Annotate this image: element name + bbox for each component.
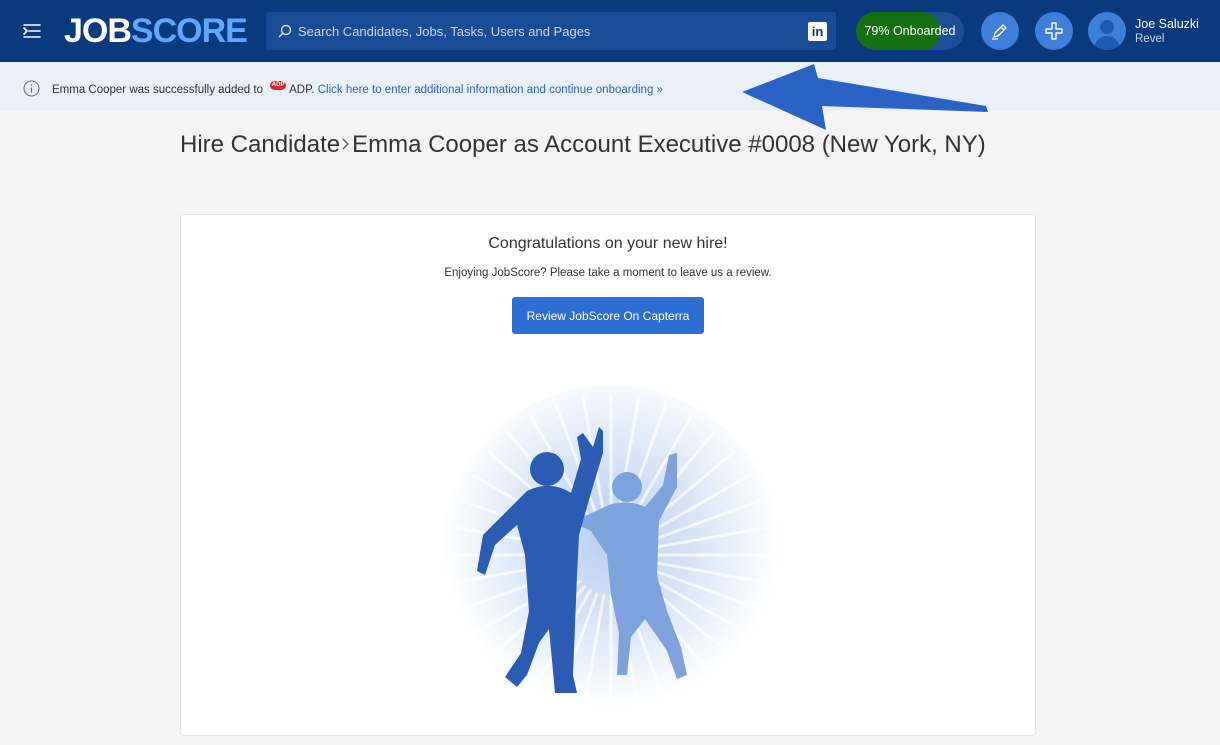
page-title: Hire Candidate Emma Cooper as Account Exe… — [180, 126, 1000, 164]
search-input[interactable] — [298, 12, 788, 50]
edit-button[interactable] — [981, 12, 1019, 50]
chevron-right-icon — [340, 126, 352, 164]
congratulations-heading: Congratulations on your new hire! — [488, 235, 728, 252]
continue-onboarding-link[interactable]: Click here to enter additional informati… — [318, 84, 663, 96]
breadcrumb-hire-candidate[interactable]: Hire Candidate — [180, 131, 340, 158]
notification-adp: ADP. — [289, 84, 315, 96]
user-name[interactable]: Joe Saluzki — [1135, 17, 1199, 31]
add-button[interactable] — [1035, 12, 1073, 50]
logo-job: JOB — [64, 12, 132, 50]
notification-text: Emma Cooper was successfully added to AD… — [52, 81, 663, 96]
notification-message: Emma Cooper was successfully added to — [52, 84, 263, 96]
jobscore-logo[interactable]: JOBSCORE — [64, 11, 248, 51]
top-navigation-bar: JOBSCORE in 79% Onboarded — [0, 0, 1220, 62]
onboarding-progress-button[interactable]: 79% Onboarded — [856, 12, 964, 50]
linkedin-icon[interactable]: in — [808, 22, 827, 41]
annotation-arrow — [742, 64, 988, 130]
adp-logo-icon: ADP — [270, 81, 287, 90]
review-capterra-button[interactable]: Review JobScore On Capterra — [512, 297, 704, 334]
menu-icon[interactable] — [22, 22, 42, 40]
logo-score: SCORE — [130, 12, 248, 50]
user-organization: Revel — [1135, 33, 1165, 45]
success-notification: Emma Cooper was successfully added to AD… — [0, 63, 1220, 111]
review-request-text: Enjoying JobScore? Please take a moment … — [444, 267, 772, 279]
onboarding-progress-label: 79% Onboarded — [864, 24, 956, 38]
info-icon — [23, 80, 40, 97]
user-avatar-icon[interactable] — [1088, 12, 1126, 50]
celebration-illustration — [441, 385, 781, 725]
search-bar[interactable] — [266, 12, 836, 50]
congratulations-card: Congratulations on your new hire! Enjoyi… — [180, 214, 1036, 736]
page-title-main: Emma Cooper as Account Executive #0008 (… — [352, 131, 986, 158]
search-icon — [278, 24, 292, 38]
